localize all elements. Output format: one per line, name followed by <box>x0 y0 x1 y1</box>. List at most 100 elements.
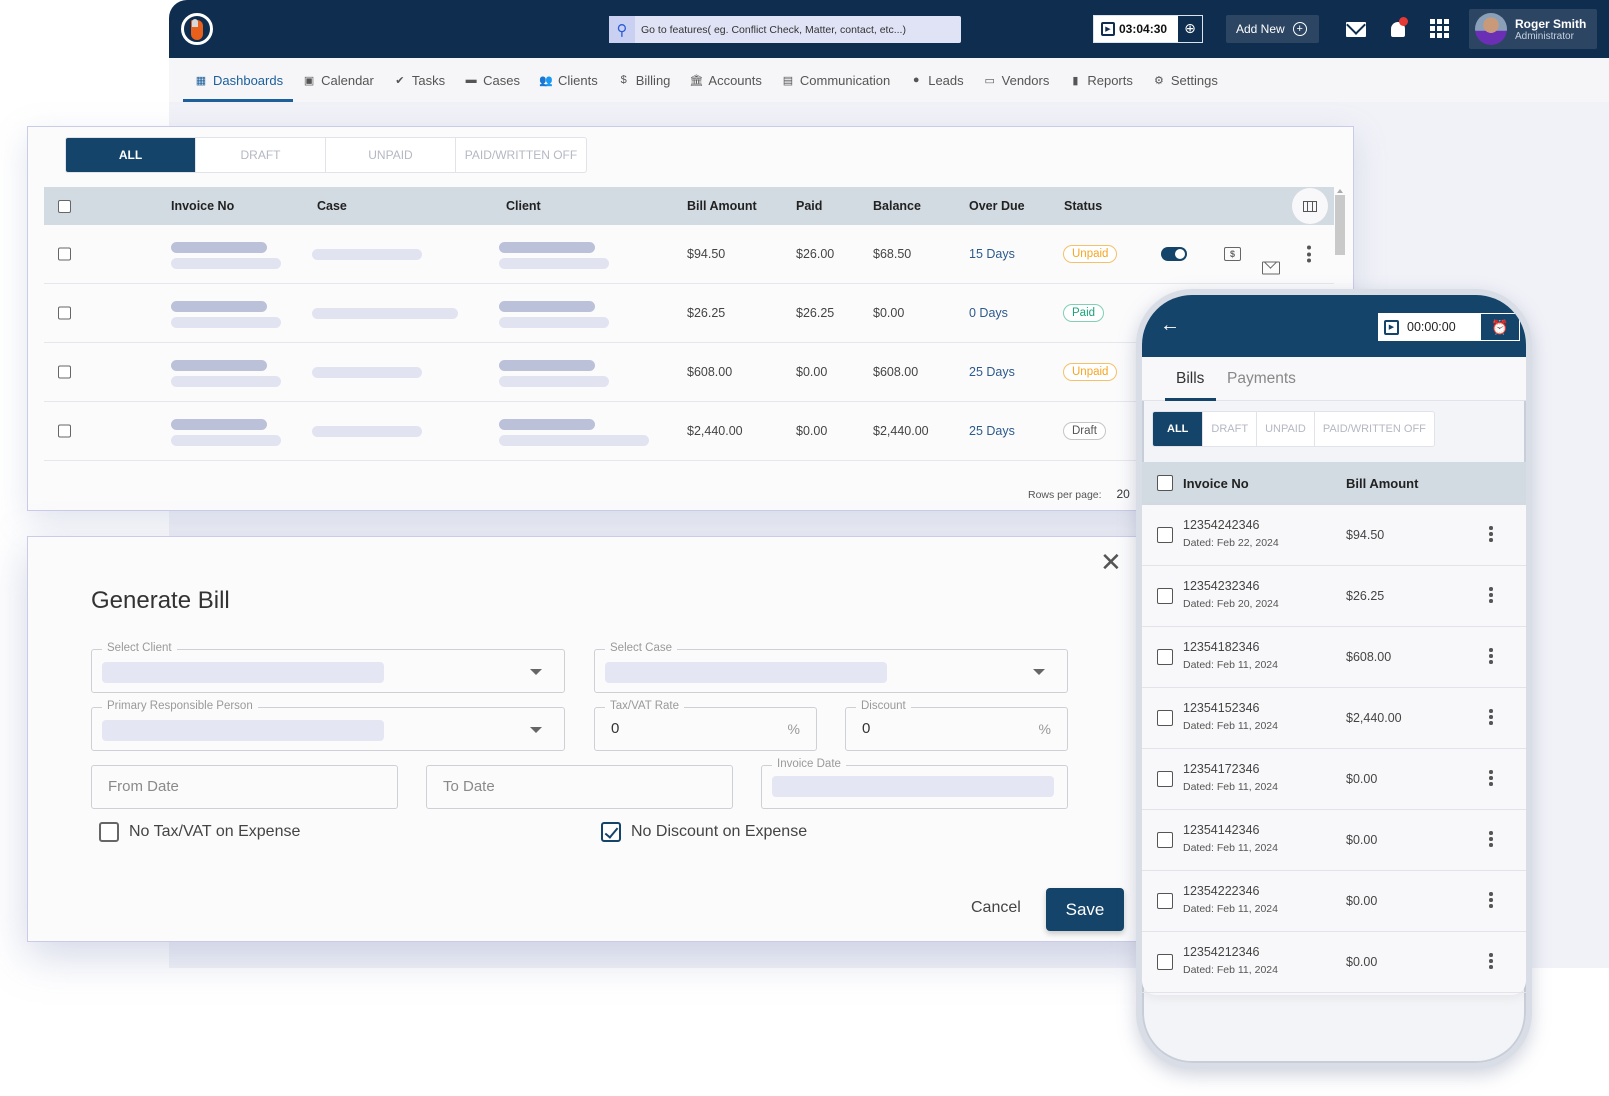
col-paid[interactable]: Paid <box>796 199 822 213</box>
row-checkbox[interactable] <box>1157 832 1173 848</box>
col-invoice-no[interactable]: Invoice No <box>171 199 234 213</box>
user-menu[interactable]: Roger Smith Administrator <box>1469 9 1597 49</box>
row-checkbox[interactable] <box>1157 893 1173 909</box>
invoice-date-field[interactable]: Invoice Date <box>761 758 1068 809</box>
more-options-icon[interactable] <box>1489 526 1493 542</box>
nav-calendar[interactable]: ▣ Calendar <box>303 58 374 102</box>
tab-payments[interactable]: Payments <box>1227 370 1296 388</box>
row-checkbox[interactable] <box>1157 771 1173 787</box>
no-discount-checkbox[interactable] <box>601 822 621 842</box>
back-arrow-icon[interactable]: ← <box>1160 315 1180 335</box>
save-button[interactable]: Save <box>1046 888 1124 931</box>
col-bill-amount[interactable]: Bill Amount <box>1346 476 1418 491</box>
no-discount-on-expense-option[interactable]: No Discount on Expense <box>601 822 807 842</box>
more-options-icon[interactable] <box>1489 953 1493 969</box>
discount-field[interactable]: Discount 0 % <box>845 700 1068 751</box>
select-case-dropdown[interactable]: Select Case <box>594 642 1068 693</box>
from-date-field[interactable]: From Date <box>91 765 398 809</box>
nav-communication[interactable]: ▤ Communication <box>782 58 891 102</box>
rows-per-page-select[interactable]: 20 <box>1116 487 1129 501</box>
nav-accounts[interactable]: 🏛 Accounts <box>689 58 761 102</box>
tax-rate-field[interactable]: Tax/VAT Rate 0 % <box>594 700 817 751</box>
record-payment-icon[interactable]: $ <box>1224 247 1241 261</box>
filter-draft[interactable]: DRAFT <box>196 138 326 172</box>
list-item[interactable]: 12354142346 Dated: Feb 11, 2024 $0.00 <box>1142 810 1526 871</box>
col-case[interactable]: Case <box>317 199 347 213</box>
col-over-due[interactable]: Over Due <box>969 199 1025 213</box>
table-scrollbar[interactable] <box>1335 187 1345 287</box>
list-item[interactable]: 12354222346 Dated: Feb 11, 2024 $0.00 <box>1142 871 1526 932</box>
filter-paid-written-off[interactable]: PAID/WRITTEN OFF <box>456 138 586 172</box>
primary-person-dropdown[interactable]: Primary Responsible Person <box>91 700 565 751</box>
filter-paid-written-off[interactable]: PAID/WRITTEN OFF <box>1315 412 1434 446</box>
col-bill-amount[interactable]: Bill Amount <box>687 199 757 213</box>
more-options-icon[interactable] <box>1489 587 1493 603</box>
row-toggle[interactable] <box>1161 247 1187 261</box>
filter-unpaid[interactable]: UNPAID <box>1257 412 1315 446</box>
row-checkbox[interactable] <box>1157 649 1173 665</box>
list-item[interactable]: 12354152346 Dated: Feb 11, 2024 $2,440.00 <box>1142 688 1526 749</box>
filter-all[interactable]: ALL <box>66 138 196 172</box>
mail-icon[interactable] <box>1345 18 1367 40</box>
more-options-icon[interactable] <box>1489 648 1493 664</box>
no-tax-on-expense-option[interactable]: No Tax/VAT on Expense <box>99 822 300 842</box>
row-checkbox[interactable] <box>1157 588 1173 604</box>
time-tracker[interactable]: ▶ 03:04:30 ⊕ <box>1093 15 1203 43</box>
notification-bell-icon[interactable] <box>1387 16 1409 40</box>
row-checkbox[interactable] <box>1157 527 1173 543</box>
row-checkbox[interactable] <box>58 247 71 261</box>
col-status[interactable]: Status <box>1064 199 1102 213</box>
feature-search[interactable]: ⚲ Go to features( eg. Conflict Check, Ma… <box>609 16 961 43</box>
table-row[interactable]: $94.50 $26.00 $68.50 15 Days Unpaid $ <box>44 225 1334 284</box>
add-timer-icon[interactable]: ⊕ <box>1178 16 1202 42</box>
play-icon[interactable]: ▶ <box>1384 319 1399 335</box>
col-client[interactable]: Client <box>506 199 541 213</box>
nav-dashboards[interactable]: ▦ Dashboards <box>182 58 294 102</box>
more-options-icon[interactable] <box>1489 892 1493 908</box>
col-balance[interactable]: Balance <box>873 199 921 213</box>
row-checkbox[interactable] <box>58 365 71 379</box>
cancel-button[interactable]: Cancel <box>971 899 1021 917</box>
nav-billing[interactable]: $ Billing <box>618 58 671 102</box>
row-checkbox[interactable] <box>1157 954 1173 970</box>
app-logo[interactable] <box>181 13 213 45</box>
nav-clients[interactable]: 👥 Clients <box>539 58 598 102</box>
no-tax-checkbox[interactable] <box>99 822 119 842</box>
row-checkbox[interactable] <box>1157 710 1173 726</box>
list-item[interactable]: 12354232346 Dated: Feb 20, 2024 $26.25 <box>1142 566 1526 627</box>
list-item[interactable]: 12354242346 Dated: Feb 22, 2024 $94.50 <box>1142 505 1526 566</box>
more-options-icon[interactable] <box>1489 770 1493 786</box>
select-client-dropdown[interactable]: Select Client <box>91 642 565 693</box>
filter-unpaid[interactable]: UNPAID <box>326 138 456 172</box>
add-new-button[interactable]: Add New + <box>1226 15 1319 43</box>
row-checkbox[interactable] <box>58 424 71 438</box>
email-invoice-icon[interactable] <box>1262 261 1280 275</box>
filter-draft[interactable]: DRAFT <box>1203 412 1258 446</box>
list-item[interactable]: 12354182346 Dated: Feb 11, 2024 $608.00 <box>1142 627 1526 688</box>
nav-cases[interactable]: ▬ Cases <box>465 58 520 102</box>
col-invoice-no[interactable]: Invoice No <box>1183 476 1249 491</box>
nav-settings[interactable]: ⚙ Settings <box>1153 58 1218 102</box>
row-checkbox[interactable] <box>58 306 71 320</box>
play-icon[interactable]: ▶ <box>1101 22 1115 36</box>
mobile-time-tracker[interactable]: ▶ 00:00:00 ⏰ <box>1378 313 1520 341</box>
close-icon[interactable]: ✕ <box>1100 549 1122 575</box>
nav-reports[interactable]: ▮ Reports <box>1069 58 1133 102</box>
bill-amount: $0.00 <box>1346 955 1378 969</box>
more-options-icon[interactable] <box>1307 245 1311 263</box>
tab-bills[interactable]: Bills <box>1164 370 1218 401</box>
more-options-icon[interactable] <box>1489 709 1493 725</box>
nav-tasks[interactable]: ✔ Tasks <box>394 58 445 102</box>
column-settings-button[interactable] <box>1292 188 1328 224</box>
select-all-checkbox[interactable] <box>1157 475 1173 491</box>
filter-all[interactable]: ALL <box>1153 412 1204 446</box>
nav-vendors[interactable]: ▭ Vendors <box>984 58 1049 102</box>
nav-leads[interactable]: ● Leads <box>910 58 964 102</box>
apps-grid-icon[interactable] <box>1430 19 1449 38</box>
alarm-add-icon[interactable]: ⏰ <box>1480 313 1520 341</box>
list-item[interactable]: 12354212346 Dated: Feb 11, 2024 $0.00 <box>1142 932 1526 993</box>
to-date-field[interactable]: To Date <box>426 765 733 809</box>
select-all-checkbox[interactable] <box>58 199 71 213</box>
list-item[interactable]: 12354172346 Dated: Feb 11, 2024 $0.00 <box>1142 749 1526 810</box>
more-options-icon[interactable] <box>1489 831 1493 847</box>
